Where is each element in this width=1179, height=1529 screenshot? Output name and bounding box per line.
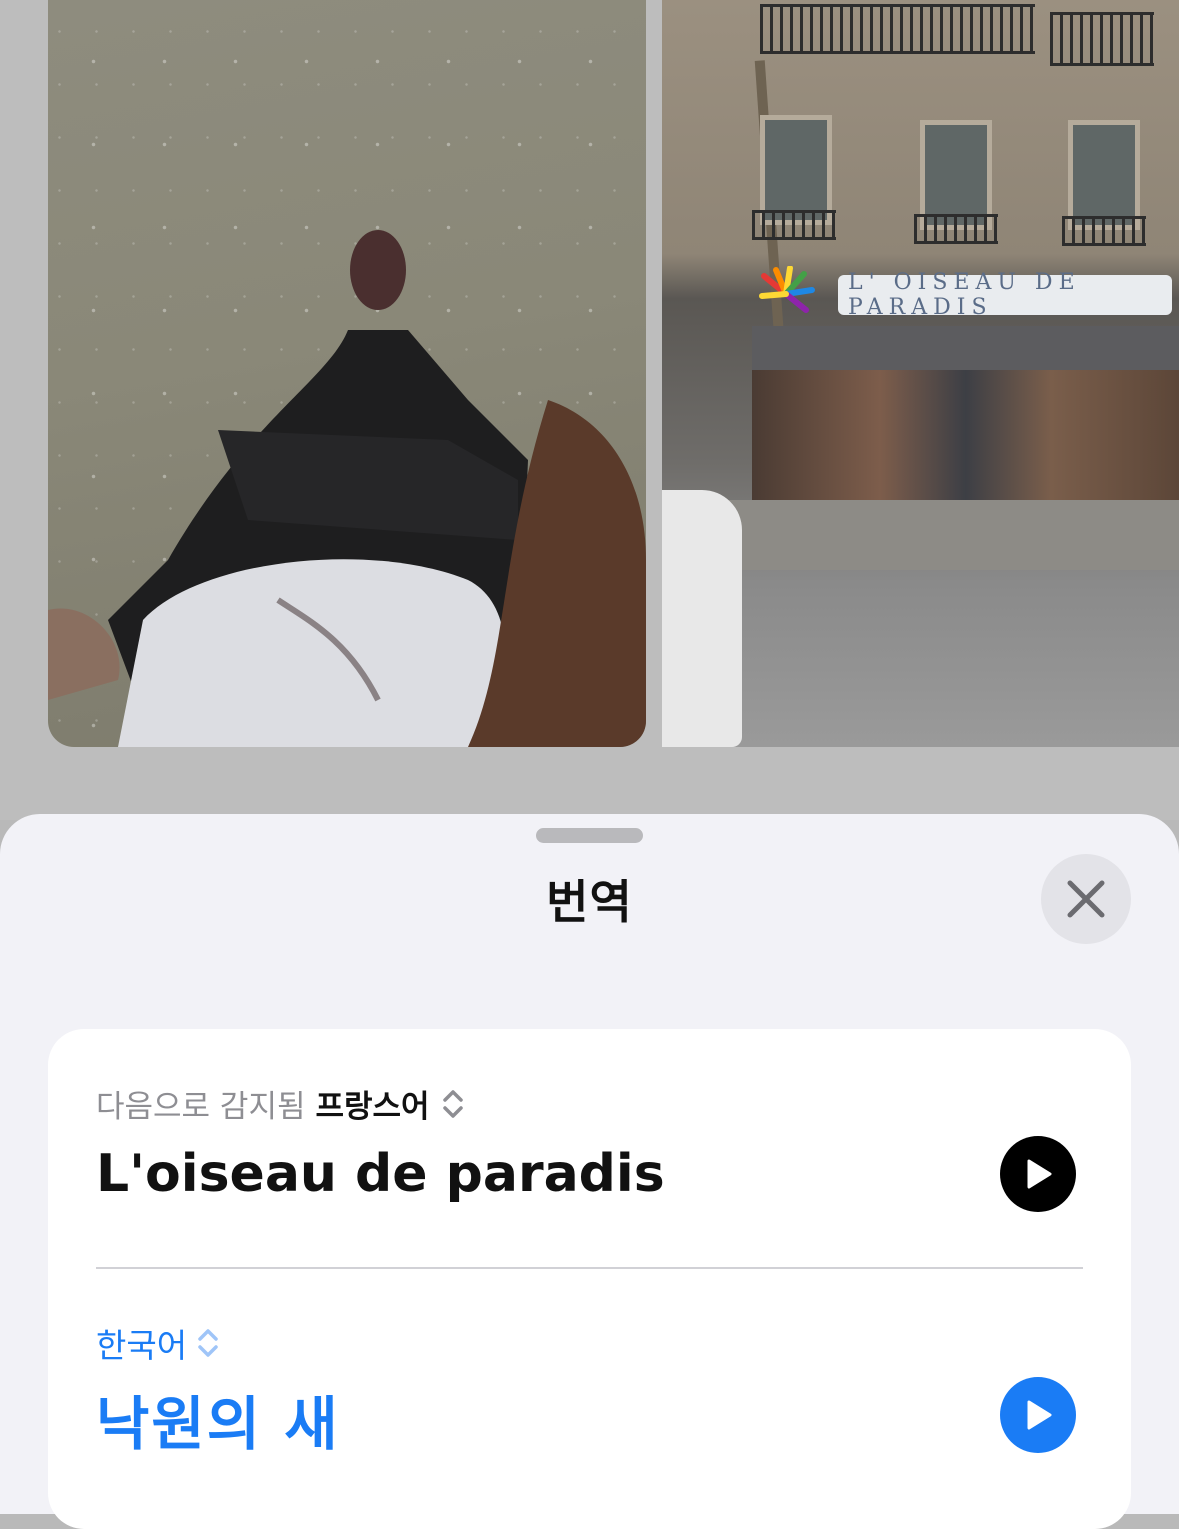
- balcony: [1062, 216, 1146, 246]
- photo-left[interactable]: [48, 0, 646, 747]
- detected-prefix: 다음으로 감지됨: [96, 1089, 306, 1125]
- translation-sheet: 번역 다음으로 감지됨 프랑스어 L'oiseau de paradis 한국어: [0, 814, 1179, 1529]
- play-translation-button[interactable]: [1000, 1377, 1076, 1453]
- play-source-button[interactable]: [1000, 1136, 1076, 1212]
- source-language-picker[interactable]: 프랑스어: [316, 1081, 430, 1126]
- facade-window: [760, 115, 832, 225]
- photo-grid: L' OISEAU DE PARADIS: [0, 0, 1179, 820]
- translated-text[interactable]: 낙원의 새: [96, 1377, 340, 1461]
- balcony: [760, 4, 1035, 54]
- shop-logo-icon: [759, 266, 815, 313]
- photo-left-art: [48, 230, 646, 747]
- detected-language-row: 다음으로 감지됨 프랑스어: [96, 1081, 466, 1126]
- shopfront: [752, 370, 1179, 500]
- balcony: [752, 210, 836, 240]
- translation-card: 다음으로 감지됨 프랑스어 L'oiseau de paradis 한국어 낙원…: [48, 1029, 1131, 1529]
- facade-window: [1068, 120, 1140, 230]
- play-icon: [1027, 1400, 1052, 1430]
- target-language-picker[interactable]: 한국어: [96, 1319, 221, 1367]
- shop-awning: [752, 326, 1179, 370]
- play-icon: [1027, 1159, 1052, 1189]
- close-button[interactable]: [1041, 854, 1131, 944]
- target-language-label: 한국어: [96, 1326, 188, 1365]
- chevron-up-down-icon: [198, 1329, 218, 1357]
- chevron-up-down-icon[interactable]: [440, 1087, 466, 1121]
- source-text[interactable]: L'oiseau de paradis: [96, 1144, 665, 1204]
- shop-sign: L' OISEAU DE PARADIS: [838, 270, 1172, 320]
- sheet-title: 번역: [546, 875, 633, 929]
- divider: [96, 1267, 1083, 1269]
- close-icon: [1067, 880, 1105, 918]
- balcony: [1050, 12, 1154, 66]
- balcony: [914, 214, 998, 244]
- sheet-grabber[interactable]: [536, 828, 643, 843]
- parked-car: [662, 490, 742, 747]
